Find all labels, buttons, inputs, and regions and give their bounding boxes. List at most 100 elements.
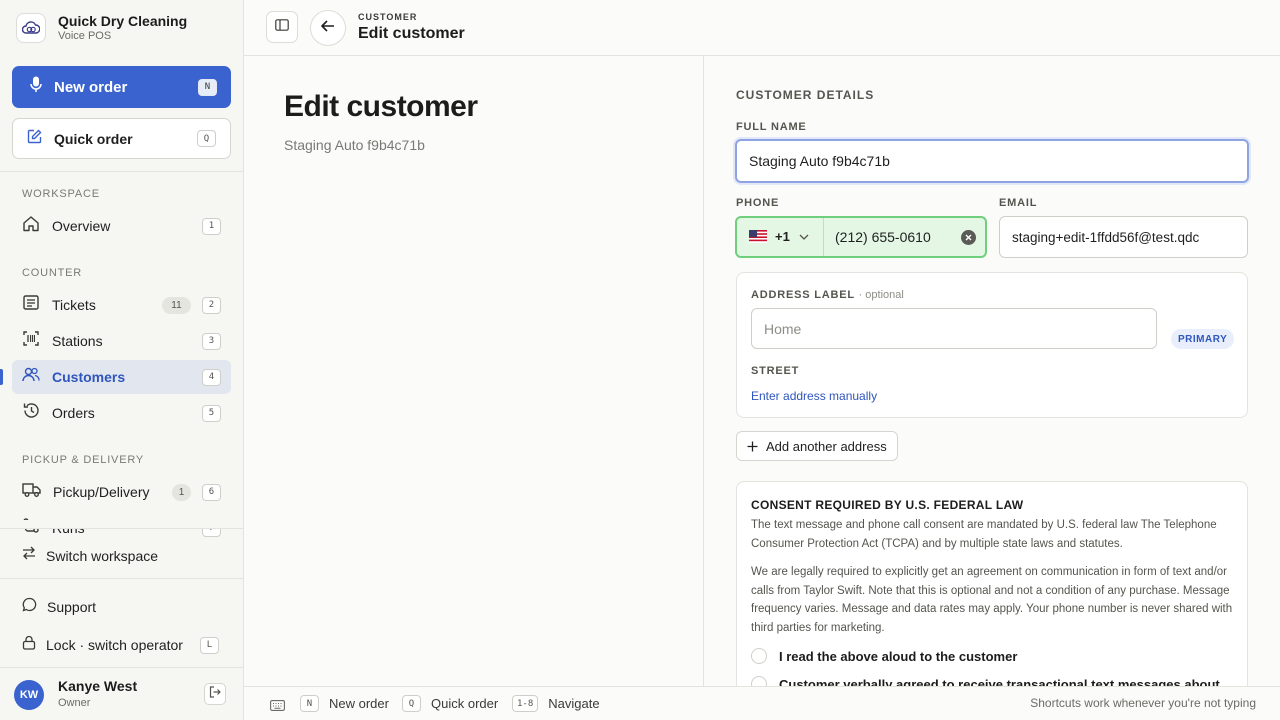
phone-input[interactable]: (212) 655-0610 [835,229,931,245]
history-icon [22,402,40,424]
shortcut-navigate: 1-8 Navigate [512,695,600,712]
sidebar-item-label: Orders [52,405,95,421]
lock-label: Lock · switch operator [46,637,183,653]
shortcut-key: Q [402,695,421,712]
header-title: Edit customer [358,25,465,42]
lock-icon [22,635,36,655]
top-bar: CUSTOMER Edit customer [244,0,1280,56]
truck-icon [22,481,41,503]
edit-square-icon [27,129,42,149]
shortcut-bar: N New order Q Quick order 1-8 Navigate S… [244,686,1280,720]
shortcut-label: Navigate [548,696,600,711]
new-order-label: New order [54,78,128,96]
section-label-counter: COUNTER [22,267,82,279]
plus-icon [747,441,758,452]
section-label-workspace: WORKSPACE [22,188,100,200]
divider [823,218,824,256]
sidebar-shortcut: 6 [202,483,221,501]
add-address-label: Add another address [766,438,887,454]
address-card: ADDRESS LABEL · optional Home PRIMARY ST… [736,272,1248,418]
sidebar-shortcut: 1 [202,217,221,235]
quick-order-button[interactable]: Quick order Q [12,118,231,159]
receipt-icon [22,294,40,316]
divider [0,171,244,172]
support-label: Support [47,599,97,615]
switch-workspace-label: Switch workspace [46,547,159,564]
address-label-text: ADDRESS LABEL [751,289,855,301]
consent-title: CONSENT REQUIRED BY U.S. FEDERAL LAW [751,498,1024,512]
breadcrumb: CUSTOMER [358,12,418,22]
page-title: Edit customer [284,90,478,123]
nav-scroll-clip [0,520,243,528]
support-button[interactable]: Support [22,597,96,617]
back-button[interactable] [310,10,346,46]
swap-arrows-icon [22,546,36,565]
sidebar-shortcut: 2 [202,296,221,314]
enter-address-manually-link[interactable]: Enter address manually [751,389,877,403]
sidebar-item-label: Pickup/Delivery [53,484,150,500]
microphone-icon [30,76,42,98]
email-input[interactable]: staging+edit-1ffdd56f@test.qdc [999,216,1248,258]
page-subtitle: Staging Auto f9b4c71b [284,137,425,153]
shortcut-key: 1-8 [512,695,539,712]
sidebar-item-label: Tickets [52,297,96,313]
checkbox-label: Customer verbally agreed to receive tran… [779,676,1220,687]
clear-phone-button[interactable] [961,230,976,245]
sidebar-item-tickets[interactable]: Tickets 11 2 [12,288,231,322]
sidebar: Quick Dry Cleaning Voice POS New order N… [0,0,244,720]
consent-checkbox-agreed[interactable]: Customer verbally agreed to receive tran… [751,676,1220,686]
consent-checkbox-read-aloud[interactable]: I read the above aloud to the customer [751,648,1017,664]
customer-form: CUSTOMER DETAILS FULL NAME Staging Auto … [704,56,1280,686]
shortcut-new-order: N New order [300,695,389,712]
phone-field: +1 (212) 655-0610 [735,216,987,258]
chat-bubble-icon [22,597,37,617]
primary-badge: PRIMARY [1171,329,1235,349]
checkbox-label: I read the above aloud to the customer [779,648,1018,664]
sidebar-item-stations[interactable]: Stations 3 [12,324,231,358]
consent-paragraph: The text message and phone call consent … [751,519,1217,550]
chevron-down-icon [799,234,809,240]
sidebar-item-pickup-delivery[interactable]: Pickup/Delivery 1 6 [12,475,231,509]
keyboard-icon [270,698,285,716]
phone-label: PHONE [736,197,780,209]
add-another-address-button[interactable]: Add another address [736,431,898,461]
sidebar-item-orders[interactable]: Orders 5 [12,396,231,430]
sidebar-item-overview[interactable]: Overview 1 [12,209,231,243]
brand[interactable]: Quick Dry Cleaning Voice POS [16,12,187,44]
optional-hint: · optional [858,289,904,301]
sidebar-item-label: Overview [52,218,111,234]
address-label-input[interactable]: Home [751,308,1157,349]
checkbox[interactable] [751,676,767,686]
tickets-count-badge: 11 [162,296,191,314]
page-header-panel: Edit customer Staging Auto f9b4c71b [244,56,704,686]
sidebar-item-customers[interactable]: Customers 4 [12,360,231,394]
shortcut-hint: Shortcuts work whenever you're not typin… [1030,696,1256,710]
barcode-scan-icon [22,330,40,352]
new-order-shortcut: N [198,78,217,96]
home-icon [22,215,40,237]
section-label-pickup-delivery: PICKUP & DELIVERY [22,454,145,466]
checkbox[interactable] [751,648,767,664]
shortcut-key: N [300,695,319,712]
brand-subtitle: Voice POS [58,30,112,42]
sidebar-shortcut: 4 [202,368,221,386]
full-name-input[interactable]: Staging Auto f9b4c71b [735,139,1249,183]
new-order-button[interactable]: New order N [12,66,231,108]
toggle-sidebar-button[interactable] [266,11,298,43]
user-profile[interactable]: KW Kanye West Owner [14,678,137,711]
pickup-count-badge: 1 [172,483,191,501]
logout-button[interactable] [204,683,226,705]
lock-shortcut: L [200,636,219,654]
brand-logo-icon [16,13,46,43]
us-flag-icon [749,230,767,243]
logout-icon [209,685,221,703]
consent-paragraph: We are legally required to explicitly ge… [751,566,1233,634]
country-code: +1 [775,229,790,244]
email-label: EMAIL [999,197,1038,209]
switch-workspace-button[interactable]: Switch workspace [22,546,158,565]
brand-name: Quick Dry Cleaning [58,13,188,29]
lock-switch-operator-button[interactable]: Lock · switch operator L [22,635,222,655]
country-code-select[interactable]: +1 [749,229,809,244]
shortcut-label: New order [329,696,389,711]
user-name: Kanye West [58,678,138,694]
